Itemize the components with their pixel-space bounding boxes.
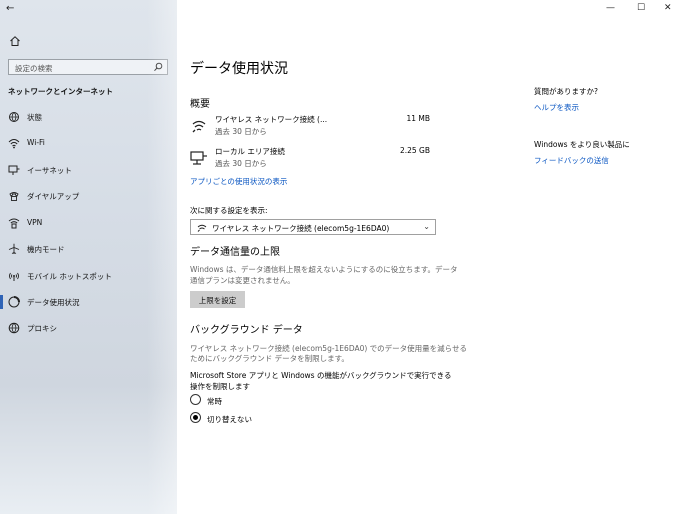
sidebar-item-ethernet[interactable]: イーサネット <box>0 160 177 180</box>
overview-heading: 概要 <box>190 99 210 110</box>
vpn-icon <box>8 218 20 229</box>
radio-always-label: 常時 <box>207 397 222 406</box>
connection-period: 過去 30 日から <box>215 127 267 136</box>
sidebar-item-label: ダイヤルアップ <box>27 192 80 201</box>
home-icon[interactable] <box>9 35 21 47</box>
hotspot-icon <box>9 272 19 281</box>
sidebar-item-dialup[interactable]: ダイヤルアップ <box>0 186 177 206</box>
ethernet-icon <box>190 151 207 165</box>
sidebar-item-label: 状態 <box>27 113 42 122</box>
sidebar-item-mobile-hotspot[interactable]: モバイル ホットスポット <box>0 266 177 286</box>
globe-status-icon <box>9 112 19 122</box>
connection-amount: 11 MB <box>406 114 430 123</box>
sidebar-item-vpn[interactable]: VPN <box>0 213 177 233</box>
page-title: データ使用状況 <box>190 61 288 77</box>
wifi-icon <box>192 120 206 133</box>
show-settings-label: 次に関する設定を表示: <box>190 206 268 215</box>
sidebar-item-data-usage[interactable]: データ使用状況 <box>0 292 177 312</box>
help-link[interactable]: ヘルプを表示 <box>534 102 579 113</box>
connection-period: 過去 30 日から <box>215 159 267 168</box>
sidebar: ← 設定の検索 ネットワークとインターネット 状態 Wi-Fi イーサネット ダ… <box>0 0 177 514</box>
airplane-icon <box>8 243 20 254</box>
connection-name: ワイヤレス ネットワーク接続 (... <box>215 115 328 124</box>
connection-wireless: ワイヤレス ネットワーク接続 (... 過去 30 日から 11 MB <box>190 114 435 140</box>
sidebar-item-airplane-mode[interactable]: 機内モード <box>0 239 177 259</box>
ethernet-icon <box>8 165 20 175</box>
sidebar-item-label: Wi-Fi <box>27 138 45 147</box>
category-title: ネットワークとインターネット <box>8 87 113 96</box>
sidebar-item-label: イーサネット <box>27 166 72 175</box>
sidebar-item-label: データ使用状況 <box>27 298 80 307</box>
maximize-button[interactable]: ☐ <box>637 3 645 13</box>
connection-name: ローカル エリア接続 <box>215 147 285 156</box>
search-placeholder: 設定の検索 <box>15 64 53 73</box>
search-input[interactable]: 設定の検索 <box>8 59 168 75</box>
connection-select-value: ワイヤレス ネットワーク接続 (elecom5g-1E6DA0) <box>212 224 390 233</box>
connection-local: ローカル エリア接続 過去 30 日から 2.25 GB <box>190 146 435 172</box>
minimize-button[interactable]: — <box>606 3 615 13</box>
background-question-2: 操作を制限します <box>190 382 250 391</box>
data-limit-text-2: 通信プランは変更されません。 <box>190 276 295 285</box>
back-button[interactable]: ← <box>6 3 14 14</box>
background-question-1: Microsoft Store アプリと Windows の機能がバックグラウン… <box>190 371 452 380</box>
question-heading: 質問がありますか? <box>534 87 598 96</box>
close-button[interactable]: ✕ <box>664 3 672 13</box>
background-data-heading: バックグラウンド データ <box>190 325 303 336</box>
radio-always[interactable] <box>190 394 201 405</box>
radio-never[interactable] <box>190 412 201 423</box>
chevron-down-icon: ⌄ <box>423 222 430 231</box>
radio-never-label: 切り替えない <box>207 415 252 424</box>
sidebar-item-status[interactable]: 状態 <box>0 107 177 127</box>
sidebar-item-label: モバイル ホットスポット <box>27 272 112 281</box>
connection-amount: 2.25 GB <box>399 146 430 155</box>
per-app-usage-link[interactable]: アプリごとの使用状況の表示 <box>190 176 287 187</box>
sidebar-item-wifi[interactable]: Wi-Fi <box>0 133 177 153</box>
set-limit-button[interactable]: 上限を設定 <box>190 291 245 308</box>
data-usage-icon <box>8 296 20 308</box>
connection-select[interactable]: ワイヤレス ネットワーク接続 (elecom5g-1E6DA0) ⌄ <box>190 219 436 235</box>
improve-heading: Windows をより良い製品に <box>534 140 630 149</box>
data-limit-text-1: Windows は、データ通信料上限を超えないようにするのに役立ちます。データ <box>190 265 458 274</box>
globe-icon <box>8 322 20 334</box>
wifi-icon <box>8 139 20 149</box>
feedback-link[interactable]: フィードバックの送信 <box>534 155 609 166</box>
dialup-icon <box>9 192 19 201</box>
sidebar-item-proxy[interactable]: プロキシ <box>0 318 177 338</box>
background-data-text-2: ためにバックグラウンド データを制限します。 <box>190 354 349 363</box>
wifi-icon <box>197 224 207 232</box>
sidebar-item-label: 機内モード <box>27 245 65 254</box>
sidebar-item-label: VPN <box>27 218 43 227</box>
search-icon[interactable] <box>153 62 163 72</box>
sidebar-item-label: プロキシ <box>27 324 57 333</box>
data-limit-heading: データ通信量の上限 <box>190 247 280 258</box>
